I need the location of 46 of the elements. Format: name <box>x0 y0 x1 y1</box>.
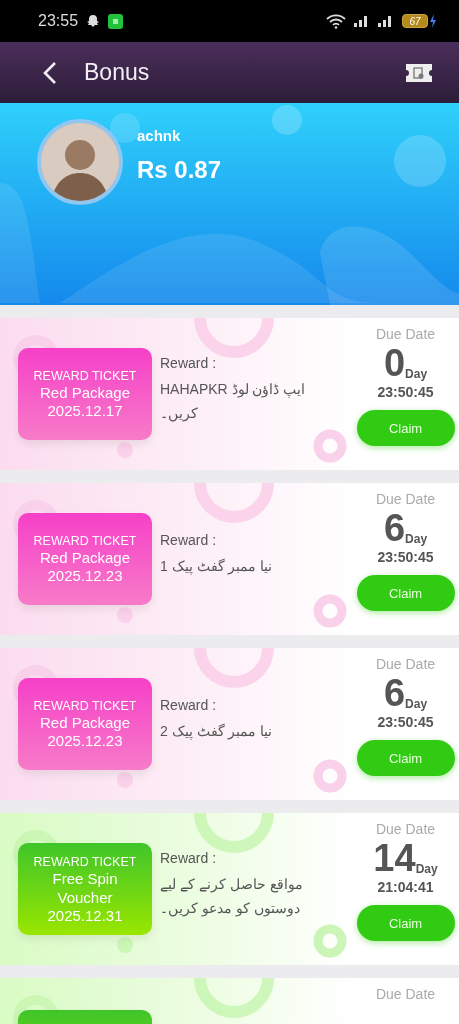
reward-description: نیا ممبر گفٹ پیک 1 <box>160 557 274 577</box>
countdown-time: 23:50:45 <box>377 549 434 565</box>
reward-label: Reward : <box>160 697 218 713</box>
ticket-title: Red Package <box>39 548 131 567</box>
ticket-date: 2025.12.17 <box>47 402 123 419</box>
reward-description: HAHAPKR ایپ ڈاؤن لوڈ کریں۔ <box>160 380 307 424</box>
battery-level: 67 <box>402 14 428 28</box>
countdown-time: 23:50:45 <box>377 384 434 400</box>
ticket-date: 2025.12.23 <box>47 567 123 584</box>
due-date-label: Due Date <box>375 326 436 342</box>
reward-description: مواقع حاصل کرنے کے لیے دوستوں کو مدعو کریں۔ <box>160 875 304 919</box>
claim-button[interactable]: Claim <box>356 740 455 776</box>
ticket-label: REWARD TICKET <box>33 699 137 713</box>
reward-label: Reward : <box>160 850 218 866</box>
ticket-label: REWARD TICKET <box>33 854 137 869</box>
day-unit: Day <box>405 367 428 381</box>
ticket-label: REWARD TICKET <box>33 534 137 548</box>
ticket-title: Red Package <box>39 383 131 402</box>
day-unit: Day <box>405 532 428 546</box>
page-title: Bonus <box>84 59 151 86</box>
reward-label: Reward : <box>160 355 218 371</box>
days-count: 14 <box>373 839 416 877</box>
day-unit: Day <box>415 862 438 876</box>
reward-label: Reward : <box>160 532 218 548</box>
reward-description: نیا ممبر گفٹ پیک 2 <box>160 722 274 742</box>
ticket-title: Free Spin Voucher <box>51 868 119 907</box>
due-date-label: Due Date <box>375 821 436 837</box>
day-unit: Day <box>405 697 428 711</box>
due-date-label: Due Date <box>375 986 436 1002</box>
ticket-label: REWARD TICKET <box>33 369 137 383</box>
claim-button[interactable]: Claim <box>356 410 455 446</box>
days-count: 6 <box>383 674 406 712</box>
days-count: 6 <box>383 509 406 547</box>
due-date-label: Due Date <box>375 491 436 507</box>
due-date-label: Due Date <box>375 656 436 672</box>
ticket-date: 2025.12.31 <box>47 906 123 924</box>
username: achnk <box>137 127 182 144</box>
ticket-date: 2025.12.23 <box>47 732 123 749</box>
days-count: 0 <box>383 344 406 382</box>
claim-button[interactable]: Claim <box>356 905 455 941</box>
status-time: 23:55 <box>38 12 79 30</box>
claim-button[interactable]: Claim <box>356 575 455 611</box>
balance: Rs 0.87 <box>137 156 222 184</box>
countdown-time: 23:50:45 <box>377 714 434 730</box>
countdown-time: 21:04:41 <box>377 879 434 895</box>
ticket-title: Red Package <box>39 713 131 732</box>
